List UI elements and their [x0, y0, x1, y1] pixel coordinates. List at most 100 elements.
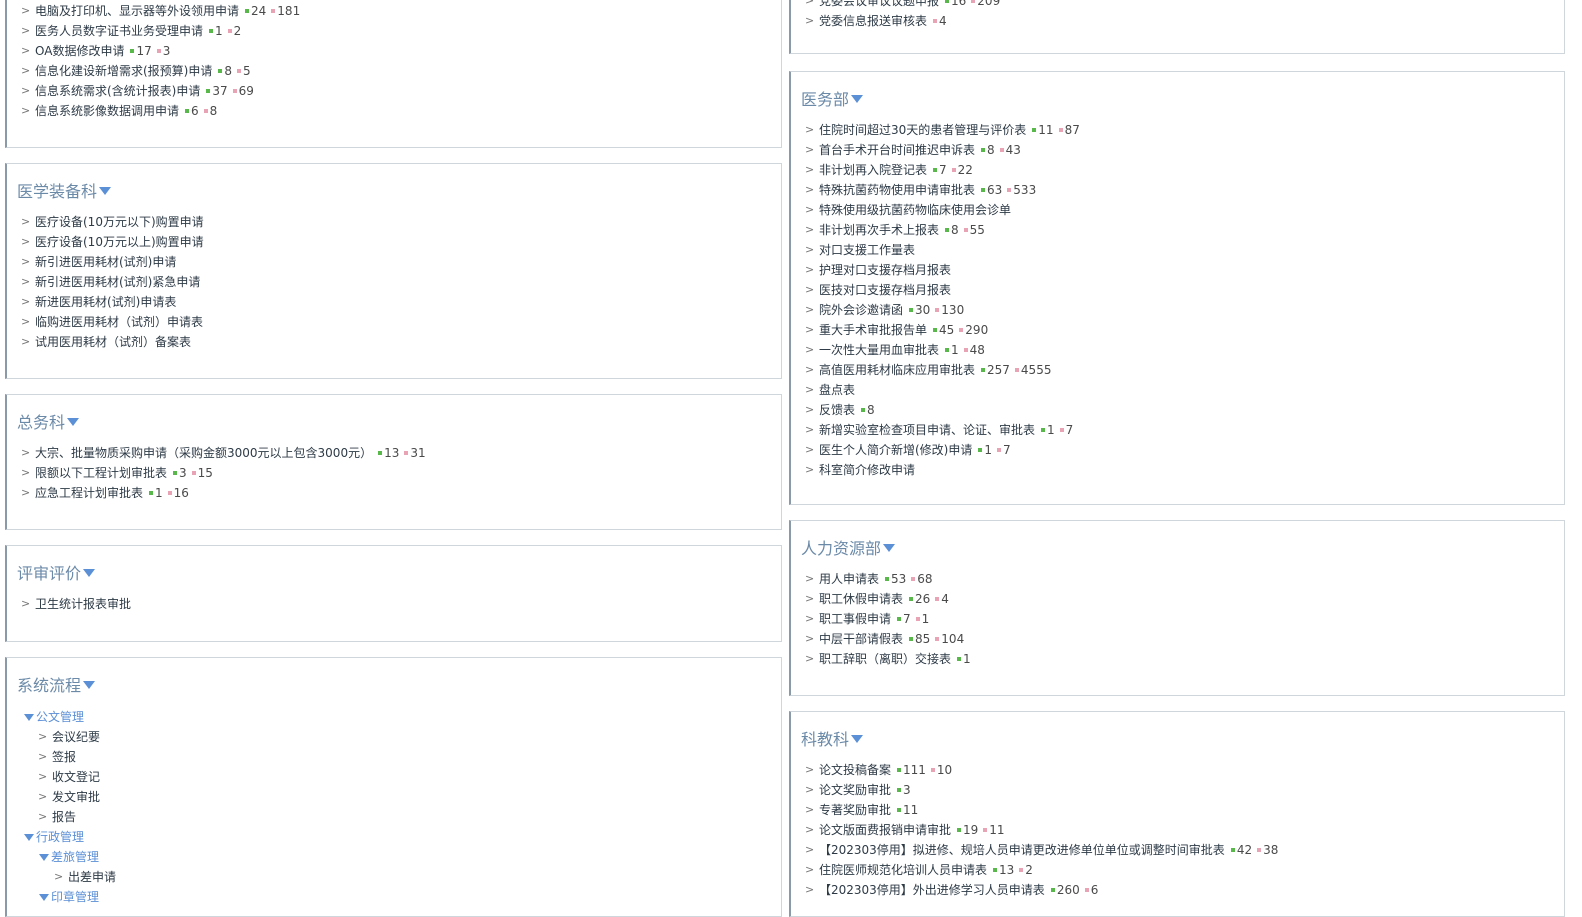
done-count[interactable]: 2: [227, 21, 241, 41]
done-count[interactable]: 68: [911, 569, 933, 589]
list-item-label[interactable]: 党委信息报送审核表: [819, 11, 927, 31]
list-item[interactable]: > OA数据修改申请 17 3: [21, 41, 300, 61]
pending-count[interactable]: 42: [1230, 840, 1252, 860]
pending-count[interactable]: 3: [173, 463, 187, 483]
done-count[interactable]: 8: [203, 101, 217, 121]
pending-count[interactable]: 30: [909, 300, 930, 320]
list-item[interactable]: > 医疗设备(10万元以下)购置申请: [21, 212, 204, 232]
list-item[interactable]: > 用人申请表 53 68: [805, 569, 971, 589]
pending-count[interactable]: 85: [909, 629, 930, 649]
done-count[interactable]: 130: [935, 300, 964, 320]
list-item[interactable]: > 【202303停用】拟进修、规培人员申请更改进修单位单位或调整时间审批表 42 3…: [805, 840, 1278, 860]
pending-count[interactable]: 17: [130, 41, 152, 61]
collapse-triangle-icon[interactable]: [83, 569, 96, 577]
list-item-label[interactable]: 反馈表: [819, 400, 855, 420]
list-item-label[interactable]: 新引进医用耗材(试剂)申请: [35, 252, 176, 272]
pending-count[interactable]: 7: [897, 609, 911, 629]
list-item[interactable]: > 医生个人简介新增(修改)申请 1 7: [805, 440, 1080, 460]
collapse-triangle-icon[interactable]: [39, 853, 49, 861]
tree-item[interactable]: > 发文审批: [24, 787, 116, 807]
pending-count[interactable]: 1: [1041, 420, 1055, 440]
list-item-label[interactable]: 信息化建设新增需求(报预算)申请: [35, 61, 212, 81]
done-count[interactable]: 4: [933, 11, 947, 31]
done-count[interactable]: 48: [963, 340, 985, 360]
list-item[interactable]: > 盘点表: [805, 380, 1080, 400]
tree-folder-label[interactable]: 公文管理: [36, 707, 84, 727]
done-count[interactable]: 104: [935, 629, 964, 649]
list-item[interactable]: > 中层干部请假表 85 104: [805, 629, 971, 649]
list-item[interactable]: > 职工辞职（离职）交接表 1: [805, 649, 971, 669]
pending-count[interactable]: 1: [957, 649, 971, 669]
pending-count[interactable]: 63: [981, 180, 1002, 200]
list-item[interactable]: > 一次性大量用血审批表 1 48: [805, 340, 1080, 360]
pending-count[interactable]: 45: [933, 320, 954, 340]
pending-count[interactable]: 13: [378, 443, 399, 463]
list-item[interactable]: > 试用医用耗材（试剂）备案表: [21, 332, 204, 352]
list-item-label[interactable]: 中层干部请假表: [819, 629, 903, 649]
collapse-triangle-icon[interactable]: [24, 713, 34, 721]
list-item[interactable]: > 职工休假申请表 26 4: [805, 589, 971, 609]
done-count[interactable]: 7: [1059, 420, 1073, 440]
tree-item-label[interactable]: 报告: [52, 807, 76, 827]
pending-count[interactable]: 3: [897, 780, 911, 800]
list-item[interactable]: > 对口支援工作量表: [805, 240, 1080, 260]
list-item-label[interactable]: 大宗、批量物质采购申请（采购金额3000元以上包含3000元）: [35, 443, 372, 463]
tree-folder-label[interactable]: 印章管理: [51, 887, 99, 907]
list-item-label[interactable]: 临购进医用耗材（试剂）申请表: [35, 312, 203, 332]
pending-count[interactable]: 8: [218, 61, 232, 81]
tree-item-label[interactable]: 签报: [52, 747, 76, 767]
list-item[interactable]: > 反馈表 8: [805, 400, 1080, 420]
list-item-label[interactable]: 党委会议审议议题申报: [819, 0, 939, 11]
list-item[interactable]: > 限额以下工程计划审批表 3 15: [21, 463, 426, 483]
list-item-label[interactable]: 新增实验室检查项目申请、论证、审批表: [819, 420, 1035, 440]
list-item-label[interactable]: 医疗设备(10万元以下)购置申请: [35, 212, 204, 232]
list-item-label[interactable]: 职工辞职（离职）交接表: [819, 649, 951, 669]
done-count[interactable]: 533: [1007, 180, 1036, 200]
tree-item[interactable]: > 报告: [24, 807, 116, 827]
list-item[interactable]: > 首台手术开台时间推迟申诉表 8 43: [805, 140, 1080, 160]
pending-count[interactable]: 16: [945, 0, 966, 11]
collapse-triangle-icon[interactable]: [851, 95, 864, 103]
list-item-label[interactable]: 论文投稿备案: [819, 760, 891, 780]
collapse-triangle-icon[interactable]: [39, 893, 49, 901]
done-count[interactable]: 4555: [1014, 360, 1051, 380]
tree-folder-label[interactable]: 差旅管理: [51, 847, 99, 867]
list-item-label[interactable]: 一次性大量用血审批表: [819, 340, 939, 360]
list-item[interactable]: > 新引进医用耗材(试剂)紧急申请: [21, 272, 204, 292]
list-item-label[interactable]: 用人申请表: [819, 569, 879, 589]
list-item[interactable]: > 大宗、批量物质采购申请（采购金额3000元以上包含3000元） 13 31: [21, 443, 426, 463]
done-count[interactable]: 16: [167, 483, 189, 503]
list-item-label[interactable]: 新进医用耗材(试剂)申请表: [35, 292, 176, 312]
list-item[interactable]: > 应急工程计划审批表 1 16: [21, 483, 426, 503]
done-count[interactable]: 22: [951, 160, 973, 180]
done-count[interactable]: 1: [915, 609, 929, 629]
list-item-label[interactable]: 护理对口支援存档月报表: [819, 260, 951, 280]
done-count[interactable]: 43: [999, 140, 1021, 160]
pending-count[interactable]: 26: [909, 589, 930, 609]
list-item-label[interactable]: 专著奖励审批: [819, 800, 891, 820]
done-count[interactable]: 181: [271, 1, 300, 21]
pending-count[interactable]: 257: [981, 360, 1010, 380]
list-item[interactable]: > 院外会诊邀请函 30 130: [805, 300, 1080, 320]
section-title-science[interactable]: 科教科: [801, 726, 864, 750]
list-item-label[interactable]: 论文奖励审批: [819, 780, 891, 800]
list-item[interactable]: > 卫生统计报表审批: [21, 594, 131, 614]
done-count[interactable]: 38: [1257, 840, 1278, 860]
done-count[interactable]: 7: [997, 440, 1011, 460]
collapse-triangle-icon[interactable]: [883, 544, 896, 552]
list-item[interactable]: > 新引进医用耗材(试剂)申请: [21, 252, 204, 272]
tree-folder-label[interactable]: 行政管理: [36, 827, 84, 847]
pending-count[interactable]: 1: [209, 21, 223, 41]
list-item-label[interactable]: 科室简介修改申请: [819, 460, 915, 480]
list-item[interactable]: > 特殊使用级抗菌药物临床使用会诊单: [805, 200, 1080, 220]
list-item-label[interactable]: 盘点表: [819, 380, 855, 400]
list-item-label[interactable]: 限额以下工程计划审批表: [35, 463, 167, 483]
pending-count[interactable]: 1: [945, 340, 959, 360]
list-item[interactable]: > 科室简介修改申请: [805, 460, 1080, 480]
list-item-label[interactable]: 院外会诊邀请函: [819, 300, 903, 320]
list-item[interactable]: > 专著奖励审批 11: [805, 800, 1278, 820]
pending-count[interactable]: 8: [981, 140, 995, 160]
pending-count[interactable]: 111: [897, 760, 926, 780]
tree-folder-travel[interactable]: 差旅管理: [24, 847, 116, 867]
collapse-triangle-icon[interactable]: [67, 418, 80, 426]
